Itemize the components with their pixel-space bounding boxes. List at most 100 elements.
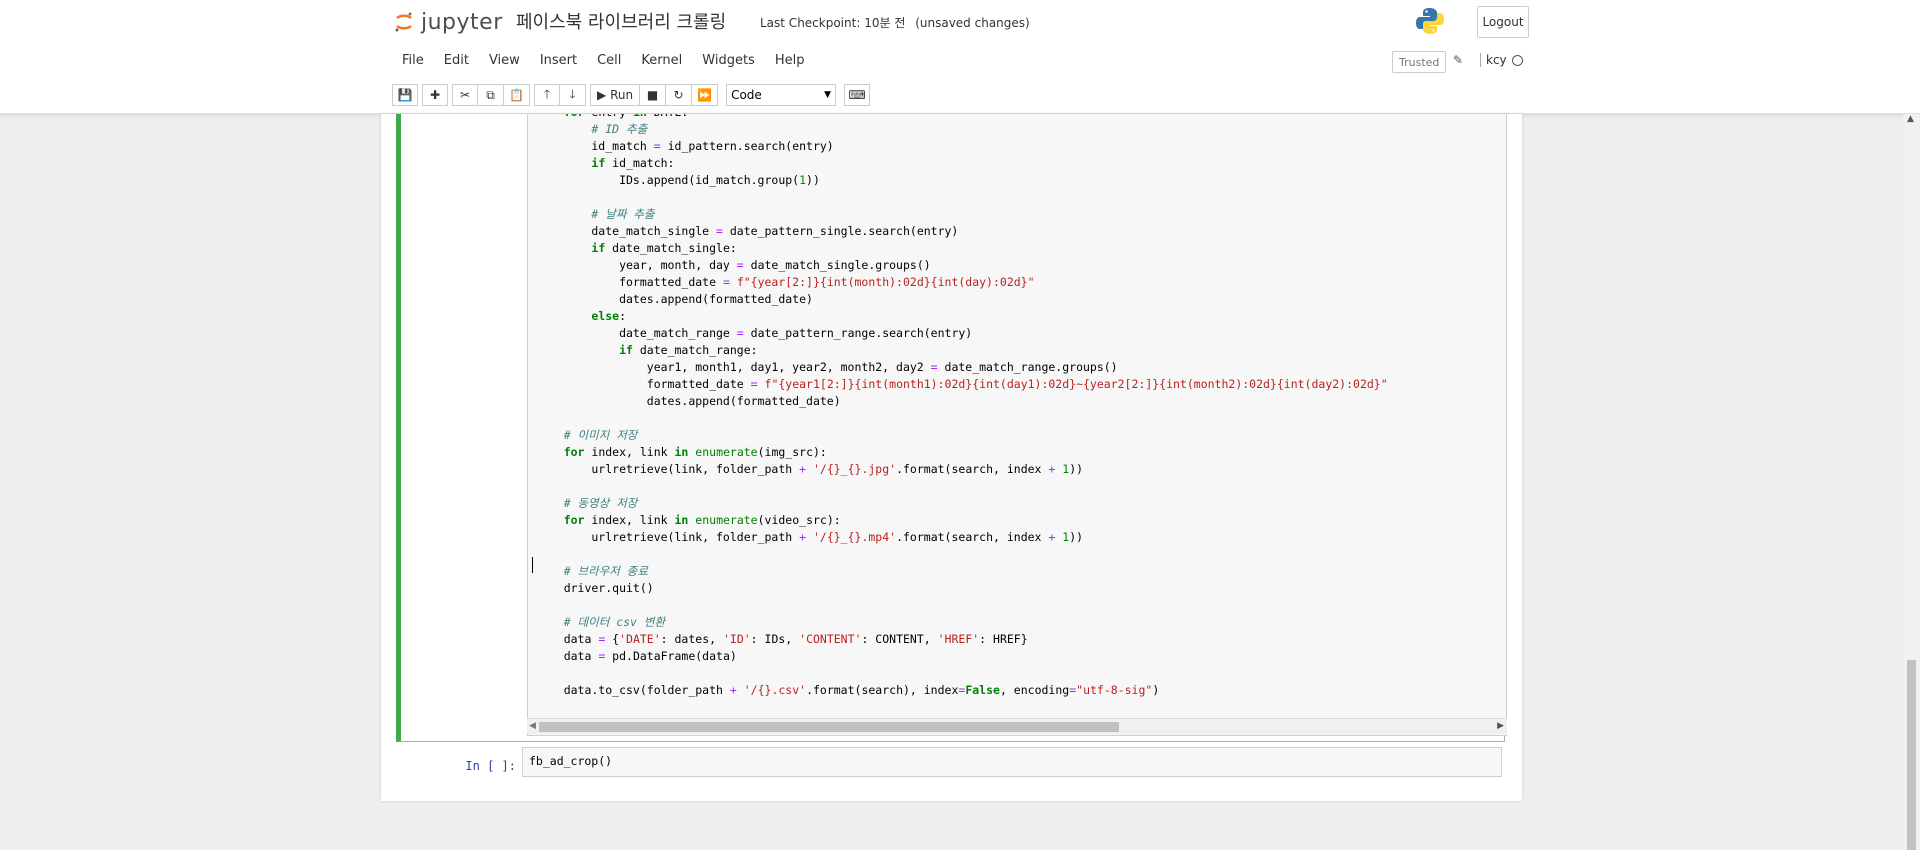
run-button-label: Run	[610, 88, 634, 102]
code-line[interactable]: formatted_date = f"{year1[2:]}{int(month…	[536, 376, 1388, 393]
stop-icon: ■	[646, 88, 659, 102]
code-line[interactable]: if date_match_single:	[536, 240, 1388, 257]
jupyter-logo-text: jupyter	[421, 9, 503, 35]
save-status: (unsaved changes)	[915, 16, 1030, 30]
code-line[interactable]: IDs.append(id_match.group(1))	[536, 172, 1388, 189]
menu-widgets[interactable]: Widgets	[692, 53, 765, 68]
plus-icon: ✚	[429, 88, 441, 102]
code-line[interactable]: data = {'DATE': dates, 'ID': IDs, 'CONTE…	[536, 631, 1388, 648]
interrupt-kernel-button[interactable]: ■	[640, 84, 667, 106]
menu-cell[interactable]: Cell	[587, 53, 631, 68]
code-line[interactable]	[536, 410, 1388, 427]
notebook-header: jupyter 페이스북 라이브러리 크롤링 Last Checkpoint: …	[0, 0, 1920, 46]
move-cell-down-button[interactable]: 🡓	[560, 84, 586, 106]
scroll-right-icon[interactable]: ▶	[1497, 721, 1504, 731]
text-cursor	[532, 557, 533, 573]
save-button[interactable]: 💾	[392, 84, 418, 106]
code-cell-selected[interactable]: for entry in DATE: # ID 추출 id_match = id…	[396, 114, 1507, 742]
code-line[interactable]	[536, 597, 1388, 614]
run-button[interactable]: ▶ Run	[590, 84, 641, 106]
code-line[interactable]: dates.append(formatted_date)	[536, 291, 1388, 308]
code-line[interactable]: # 날짜 추출	[536, 206, 1388, 223]
code-content[interactable]: for entry in DATE: # ID 추출 id_match = id…	[536, 114, 1388, 699]
code-line[interactable]: year, month, day = date_match_single.gro…	[536, 257, 1388, 274]
code-line[interactable]: driver.quit()	[536, 580, 1388, 597]
code-line[interactable]: # 이미지 저장	[536, 427, 1388, 444]
code-editor-2[interactable]: fb_ad_crop()	[522, 747, 1502, 777]
code-line[interactable]: date_match_range = date_pattern_range.se…	[536, 325, 1388, 342]
horizontal-scroll-thumb[interactable]	[539, 722, 1119, 732]
copy-icon: ⧉	[486, 87, 495, 102]
cell-prompt: In [ ]:	[465, 759, 516, 773]
toolbar: 💾 ✚ ✂ ⧉ 📋 🡑 🡓 ▶ Run ■ ↻ ⏩ Code ▼ ⌨	[392, 83, 871, 107]
scissors-icon: ✂	[459, 88, 471, 102]
edit-pencil-icon[interactable]: ✎	[1453, 53, 1467, 67]
code-line[interactable]: for index, link in enumerate(video_src):	[536, 512, 1388, 529]
code-line[interactable]: urlretrieve(link, folder_path + '/{}_{}.…	[536, 529, 1388, 546]
code-line[interactable]: if date_match_range:	[536, 342, 1388, 359]
horizontal-scrollbar[interactable]: ◀ ▶	[527, 718, 1507, 734]
vertical-scroll-thumb[interactable]	[1907, 660, 1916, 850]
code-line[interactable]: for index, link in enumerate(img_src):	[536, 444, 1388, 461]
menu-view[interactable]: View	[479, 53, 530, 68]
chevron-down-icon: ▼	[824, 90, 832, 100]
main-menu: File Edit View Insert Cell Kernel Widget…	[392, 45, 814, 75]
menu-insert[interactable]: Insert	[530, 53, 587, 68]
arrow-down-icon: 🡓	[569, 86, 576, 101]
code-line[interactable]: dates.append(formatted_date)	[536, 393, 1388, 410]
save-icon: 💾	[397, 88, 413, 102]
cut-cells-button[interactable]: ✂	[452, 84, 478, 106]
kernel-name: kcy	[1480, 53, 1507, 67]
restart-run-all-button[interactable]: ⏩	[692, 84, 719, 106]
cell-type-value: Code	[731, 88, 762, 102]
code-line[interactable]	[536, 189, 1388, 206]
restart-kernel-button[interactable]: ↻	[666, 84, 693, 106]
code-line[interactable]: # 동영상 저장	[536, 495, 1388, 512]
notebook-container: for entry in DATE: # ID 추출 id_match = id…	[381, 114, 1522, 801]
code-line[interactable]: # ID 추출	[536, 121, 1388, 138]
trusted-badge[interactable]: Trusted	[1392, 51, 1447, 73]
page-vertical-scrollbar[interactable]: ▲	[1903, 114, 1920, 850]
code-line[interactable]: data = pd.DataFrame(data)	[536, 648, 1388, 665]
cell-type-select[interactable]: Code ▼	[726, 84, 837, 106]
code-line[interactable]: for entry in DATE:	[536, 114, 1388, 121]
scroll-up-icon[interactable]: ▲	[1907, 114, 1914, 124]
code-line[interactable]: # 데이터 csv 변환	[536, 614, 1388, 631]
code-line[interactable]: urlretrieve(link, folder_path + '/{}_{}.…	[536, 461, 1388, 478]
code-cell[interactable]: In [ ]: fb_ad_crop()	[396, 747, 1505, 783]
code-line[interactable]: # 브라우저 종료	[536, 563, 1388, 580]
kernel-idle-indicator-icon	[1512, 55, 1523, 66]
python-logo-icon	[1416, 8, 1444, 34]
menu-kernel[interactable]: Kernel	[631, 53, 692, 68]
scroll-left-icon[interactable]: ◀	[529, 721, 536, 731]
menu-edit[interactable]: Edit	[434, 53, 479, 68]
code-line[interactable]: date_match_single = date_pattern_single.…	[536, 223, 1388, 240]
restart-icon: ↻	[673, 88, 684, 102]
checkpoint-time: 10분 전	[864, 16, 906, 30]
menu-help[interactable]: Help	[765, 53, 815, 68]
menu-file[interactable]: File	[392, 53, 434, 68]
code-line[interactable]	[536, 478, 1388, 495]
copy-cells-button[interactable]: ⧉	[478, 84, 504, 106]
code-line[interactable]: year1, month1, day1, year2, month2, day2…	[536, 359, 1388, 376]
jupyter-logo[interactable]: jupyter	[393, 6, 503, 38]
code-editor[interactable]: for entry in DATE: # ID 추출 id_match = id…	[527, 114, 1507, 736]
code-content-2[interactable]: fb_ad_crop()	[529, 754, 612, 768]
keyboard-icon: ⌨	[848, 88, 866, 102]
code-line[interactable]: else:	[536, 308, 1388, 325]
notebook-title[interactable]: 페이스북 라이브러리 크롤링	[516, 8, 726, 34]
code-line[interactable]: if id_match:	[536, 155, 1388, 172]
code-line[interactable]: id_match = id_pattern.search(entry)	[536, 138, 1388, 155]
code-line[interactable]	[536, 546, 1388, 563]
move-cell-up-button[interactable]: 🡑	[534, 84, 560, 106]
code-line[interactable]: formatted_date = f"{year[2:]}{int(month)…	[536, 274, 1388, 291]
code-line[interactable]	[536, 665, 1388, 682]
insert-cell-below-button[interactable]: ✚	[422, 84, 448, 106]
command-palette-button[interactable]: ⌨	[844, 84, 871, 106]
logout-button[interactable]: Logout	[1477, 6, 1529, 38]
menubar-container: File Edit View Insert Cell Kernel Widget…	[0, 45, 1920, 114]
paste-cells-button[interactable]: 📋	[504, 84, 530, 106]
checkpoint-info: Last Checkpoint: 10분 전 (unsaved changes)	[760, 14, 1030, 31]
code-line[interactable]: data.to_csv(folder_path + '/{}.csv'.form…	[536, 682, 1388, 699]
jupyter-logo-icon	[395, 12, 412, 32]
